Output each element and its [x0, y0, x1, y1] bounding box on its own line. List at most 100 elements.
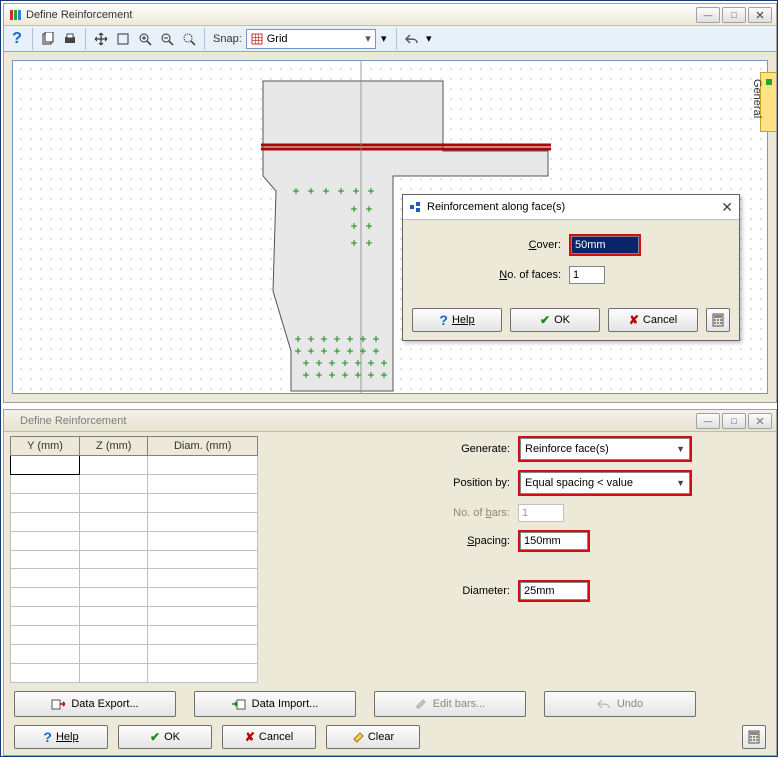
position-highlight: Equal spacing < value▼: [518, 470, 692, 496]
tab-general[interactable]: General: [760, 72, 776, 132]
app-icon: [8, 8, 22, 22]
chevron-down-icon: ▼: [676, 444, 685, 454]
table-row[interactable]: [11, 550, 258, 569]
bottom-mid-buttons: Data Export... Data Import... Edit bars.…: [14, 691, 766, 717]
cover-input-highlight: [569, 234, 641, 256]
dialog-close-icon[interactable]: ✕: [721, 199, 733, 216]
dialog-reinforcement: Reinforcement along face(s) ✕ Cover: No.…: [402, 194, 740, 341]
zoom-out-icon[interactable]: [156, 28, 178, 50]
clear-button[interactable]: Clear: [326, 725, 420, 749]
snap-value: Grid: [267, 33, 288, 45]
bottom-ok-button[interactable]: ✔OK: [118, 725, 212, 749]
dialog-help-button[interactable]: ?Help: [412, 308, 502, 332]
bottom-close-button[interactable]: [748, 413, 772, 429]
bottom-help-button[interactable]: ?Help: [14, 725, 108, 749]
print-icon[interactable]: [59, 28, 81, 50]
table-row[interactable]: [11, 607, 258, 626]
table-row[interactable]: [11, 493, 258, 512]
col-z[interactable]: Z (mm): [80, 437, 148, 456]
table-row[interactable]: [11, 512, 258, 531]
undo-arrow-icon: [597, 699, 611, 709]
faces-input[interactable]: [569, 266, 605, 284]
dialog-cancel-button[interactable]: ✘Cancel: [608, 308, 698, 332]
dialog-ok-button[interactable]: ✔OK: [510, 308, 600, 332]
status-dot-icon: [766, 79, 772, 85]
zoom-in-icon[interactable]: [134, 28, 156, 50]
table-row[interactable]: [11, 645, 258, 664]
spacing-input[interactable]: [520, 532, 588, 550]
snap-select[interactable]: Grid ▾: [246, 29, 376, 49]
window-buttons: — □: [696, 7, 772, 23]
table-wrap: Y (mm) Z (mm) Diam. (mm): [10, 436, 258, 683]
form-area: Generate: Reinforce face(s)▼ Position by…: [270, 436, 770, 683]
maximize-button[interactable]: □: [722, 7, 746, 23]
table-row[interactable]: [11, 531, 258, 550]
chevron-down-icon: ▾: [365, 32, 371, 45]
dialog-title: Reinforcement along face(s): [427, 201, 721, 213]
generate-select[interactable]: Reinforce face(s)▼: [520, 438, 690, 460]
toolbar: ? Snap: Grid ▾ ▾ ▾: [4, 26, 776, 52]
pencil-icon: [415, 698, 427, 710]
bottom-body: Y (mm) Z (mm) Diam. (mm): [10, 436, 770, 683]
data-import-button[interactable]: Data Import...: [194, 691, 356, 717]
bottom-calculator-button[interactable]: [742, 725, 766, 749]
top-title: Define Reinforcement: [26, 9, 696, 21]
bottom-minimize-button[interactable]: —: [696, 413, 720, 429]
bottom-maximize-button[interactable]: □: [722, 413, 746, 429]
dialog-icon: [409, 201, 421, 213]
nobars-input: [518, 504, 564, 522]
import-icon: [232, 698, 246, 710]
data-export-button[interactable]: Data Export...: [14, 691, 176, 717]
table-row[interactable]: [11, 663, 258, 682]
table-row[interactable]: [11, 474, 258, 493]
bottom-title: Define Reinforcement: [20, 415, 696, 427]
faces-label: No. of faces:: [413, 269, 569, 281]
close-button[interactable]: [748, 7, 772, 23]
snap-grid-icon: [251, 33, 263, 45]
cover-input[interactable]: [571, 236, 639, 254]
table-row[interactable]: [11, 456, 258, 475]
dialog-body: Cover: No. of faces:: [403, 220, 739, 304]
dialog-buttons: ?Help ✔OK ✘Cancel: [403, 304, 739, 340]
undo-icon[interactable]: [401, 28, 423, 50]
bottom-titlebar: Define Reinforcement — □: [4, 410, 776, 432]
diameter-input[interactable]: [520, 582, 588, 600]
diameter-label: Diameter:: [270, 585, 518, 597]
snap-dropdown-extra[interactable]: ▾: [376, 28, 392, 50]
position-label: Position by:: [270, 477, 518, 489]
chevron-down-icon: ▼: [676, 478, 685, 488]
generate-label: Generate:: [270, 443, 518, 455]
bottom-cancel-button[interactable]: ✘Cancel: [222, 725, 316, 749]
tab-general-label: General: [751, 79, 763, 118]
bottom-action-buttons: ?Help ✔OK ✘Cancel Clear: [14, 725, 766, 749]
top-panel: Define Reinforcement — □ ? Snap: Grid: [3, 3, 777, 403]
top-titlebar: Define Reinforcement — □: [4, 4, 776, 26]
cover-label: Cover:: [413, 239, 569, 251]
table-row[interactable]: [11, 569, 258, 588]
eraser-icon: [352, 731, 364, 743]
spacing-label: Spacing:: [270, 535, 518, 547]
calculator-icon: [748, 730, 760, 744]
app-frame: Define Reinforcement — □ ? Snap: Grid: [0, 0, 778, 757]
zoom-fit-icon[interactable]: [178, 28, 200, 50]
snap-label: Snap:: [213, 33, 242, 45]
undo-dropdown[interactable]: ▾: [423, 28, 435, 50]
copy-icon[interactable]: [37, 28, 59, 50]
rebar-table[interactable]: Y (mm) Z (mm) Diam. (mm): [10, 436, 258, 683]
calculator-button[interactable]: [706, 308, 730, 332]
table-row[interactable]: [11, 588, 258, 607]
zoom-box-icon[interactable]: [112, 28, 134, 50]
help-icon[interactable]: ?: [6, 28, 28, 50]
generate-highlight: Reinforce face(s)▼: [518, 436, 692, 462]
calculator-icon: [712, 313, 724, 327]
diameter-highlight: [518, 580, 590, 602]
col-diam[interactable]: Diam. (mm): [148, 437, 258, 456]
pan-icon[interactable]: [90, 28, 112, 50]
minimize-button[interactable]: —: [696, 7, 720, 23]
bottom-panel: Define Reinforcement — □ Y (mm) Z (mm) D…: [3, 409, 777, 756]
table-row[interactable]: [11, 626, 258, 645]
nobars-label: No. of bars:: [270, 507, 518, 519]
position-select[interactable]: Equal spacing < value▼: [520, 472, 690, 494]
undo-button: Undo: [544, 691, 696, 717]
col-y[interactable]: Y (mm): [11, 437, 80, 456]
